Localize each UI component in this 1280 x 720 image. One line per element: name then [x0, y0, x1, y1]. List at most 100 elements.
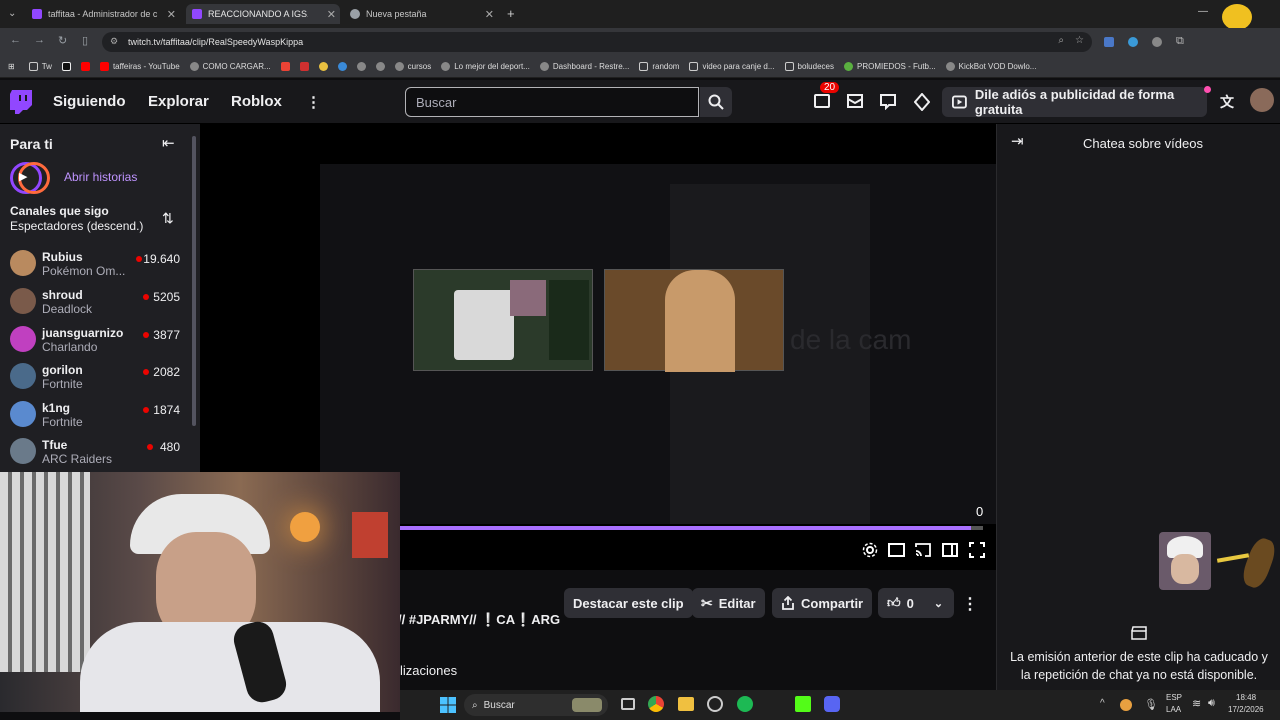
whispers-icon[interactable]	[880, 94, 896, 110]
bookmark-globe-icon[interactable]	[356, 62, 366, 71]
windows-start-icon[interactable]	[440, 697, 456, 713]
tab-clip-manager[interactable]: taffitaa - Administrador de clip ✕	[26, 4, 180, 24]
close-tab-icon[interactable]: ✕	[485, 8, 494, 21]
bookmark-como-cargar[interactable]: COMO CARGAR...	[189, 62, 271, 71]
task-view-icon[interactable]	[621, 698, 635, 710]
bookmark-random[interactable]: random	[639, 62, 679, 71]
reload-icon[interactable]: ↻	[58, 34, 67, 47]
clock-date[interactable]: 17/2/2026	[1228, 705, 1264, 714]
url-field[interactable]: ⚙ twitch.tv/taffitaa/clip/RealSpeedyWasp…	[102, 32, 1092, 52]
edit-button[interactable]: ✂ Editar	[692, 588, 765, 618]
stories-avatar[interactable]: ▶	[10, 162, 58, 194]
discord-icon[interactable]	[824, 696, 840, 712]
bookmark-tw[interactable]: Tw	[28, 62, 52, 71]
open-stories-link[interactable]: Abrir historias	[64, 170, 137, 184]
xbox-icon[interactable]	[707, 696, 723, 712]
bookmark-star-icon[interactable]: ☆	[1075, 35, 1084, 46]
more-menu-icon[interactable]: ⋮	[306, 93, 321, 111]
preview-thumbnail-left[interactable]	[413, 269, 593, 371]
progress-track[interactable]	[400, 526, 983, 530]
spotify-icon[interactable]	[737, 696, 753, 712]
bookmark-app-icon[interactable]	[337, 62, 347, 71]
bookmark-globe-icon[interactable]	[375, 62, 385, 71]
language-bottom[interactable]: LAA	[1166, 705, 1181, 714]
bookmark-tiktok-icon[interactable]	[61, 62, 71, 71]
wifi-icon[interactable]: ≋	[1192, 697, 1201, 710]
like-button[interactable]: 👍︎ 0 ⌄	[878, 588, 954, 618]
collapse-chat-icon[interactable]: ⇥	[1011, 132, 1024, 150]
bookmark-deportes[interactable]: Lo mejor del deport...	[441, 62, 530, 71]
crown-gem-icon[interactable]	[914, 93, 930, 111]
language-top[interactable]: ESP	[1166, 693, 1182, 702]
bookmark-kickbot[interactable]: KickBot VOD Dowlo...	[945, 62, 1036, 71]
search-input[interactable]: Buscar	[405, 87, 699, 117]
sidebar-item-juansguarnizo[interactable]: juansguarnizo Charlando 3877	[0, 320, 200, 357]
nav-roblox[interactable]: Roblox	[231, 93, 282, 110]
tab-new[interactable]: Nueva pestaña ✕	[344, 4, 498, 24]
bookmark-canje[interactable]: video para canje d...	[689, 62, 775, 71]
zoom-icon[interactable]: ⌕	[1058, 35, 1064, 46]
nav-browse[interactable]: Explorar	[148, 93, 209, 110]
cast-icon[interactable]	[915, 543, 931, 557]
bookmark-youtube[interactable]: taffeiras - YouTube	[99, 62, 180, 71]
avatar[interactable]	[1250, 88, 1274, 112]
extension-icon[interactable]	[1128, 37, 1138, 47]
nav-following[interactable]: Siguiendo	[53, 93, 126, 110]
twitch-logo-icon[interactable]	[10, 90, 32, 114]
chrome-icon[interactable]	[648, 696, 664, 712]
collapse-sidebar-icon[interactable]: ⇤	[162, 134, 175, 152]
notifications-button[interactable]: 20	[814, 82, 840, 108]
preview-thumbnail-right[interactable]	[604, 269, 784, 372]
tray-app-icon[interactable]	[1120, 699, 1132, 711]
tray-chevron-icon[interactable]: ^	[1100, 698, 1105, 709]
bookmark-cursos[interactable]: cursos	[394, 62, 431, 71]
theatre-mode-icon[interactable]	[888, 543, 905, 557]
sidebar-item-k1ng[interactable]: k1ng Fortnite 1874	[0, 395, 200, 432]
chevron-down-icon[interactable]: ⌄	[934, 597, 943, 610]
kick-icon[interactable]	[795, 696, 811, 712]
back-icon[interactable]: ←	[10, 34, 21, 46]
highlight-clip-button[interactable]: Destacar este clip	[564, 588, 693, 618]
taskbar-search[interactable]: ⌕ Buscar	[464, 694, 608, 716]
tab-list-icon[interactable]: ⌄	[8, 8, 16, 19]
clapperboard-icon	[1131, 626, 1147, 640]
sort-toggle-icon[interactable]: ⇅	[162, 210, 174, 227]
file-explorer-icon[interactable]	[678, 697, 694, 711]
new-tab-icon[interactable]: +	[507, 6, 515, 21]
tab-active-clip[interactable]: REACCIONANDO A IGS... ✕	[186, 4, 340, 24]
extension-icon[interactable]	[1104, 37, 1114, 47]
close-tab-icon[interactable]: ✕	[327, 8, 336, 21]
bookmark-gmail-icon[interactable]	[280, 62, 290, 71]
site-info-icon[interactable]: ⚙	[110, 36, 118, 47]
bookmark-youtube-icon[interactable]	[80, 62, 90, 71]
ad-free-button[interactable]: Dile adiós a publicidad de forma gratuit…	[942, 87, 1207, 117]
sidebar-item-rubius[interactable]: Rubius Pokémon Om... 19.640	[0, 244, 200, 281]
language-icon[interactable]: 文	[1220, 92, 1234, 112]
tray-mic-icon[interactable]: 🎙︎	[1144, 698, 1158, 711]
search-button[interactable]	[700, 87, 732, 117]
extension-icon[interactable]	[1152, 37, 1162, 47]
minimize-icon[interactable]: —	[1198, 6, 1208, 17]
volume-icon[interactable]: 🔊︎	[1208, 697, 1215, 710]
bookmark-promiedos[interactable]: PROMIEDOS - Futb...	[843, 62, 936, 71]
sidebar-item-gorilon[interactable]: gorilon Fortnite 2082	[0, 357, 200, 394]
bookmark-app-icon[interactable]	[318, 62, 328, 71]
close-tab-icon[interactable]: ✕	[167, 8, 176, 21]
sidebar-item-tfue[interactable]: Tfue ARC Raiders 480	[0, 432, 200, 469]
bookmark-boludeces[interactable]: boludeces	[784, 62, 834, 71]
fullscreen-icon[interactable]	[969, 542, 985, 558]
settings-gear-icon[interactable]	[862, 542, 878, 558]
mail-icon[interactable]	[847, 94, 863, 108]
sidepanel-icon[interactable]: ▯	[82, 34, 88, 47]
sidebar-item-shroud[interactable]: shroud Deadlock 5205	[0, 282, 200, 319]
forward-icon[interactable]: →	[34, 34, 45, 46]
sidebar-view-icon[interactable]	[942, 543, 958, 557]
more-options-icon[interactable]: ⋮	[962, 594, 978, 614]
share-button[interactable]: Compartir	[772, 588, 873, 618]
sidebar-scrollbar[interactable]	[192, 136, 196, 426]
extensions-puzzle-icon[interactable]: ⧉	[1176, 35, 1184, 48]
apps-grid-icon[interactable]: ⊞	[8, 62, 15, 71]
bookmark-restream[interactable]: Dashboard - Restre...	[539, 62, 629, 71]
clock-time[interactable]: 18:48	[1236, 693, 1256, 702]
bookmark-app-icon[interactable]	[299, 62, 309, 71]
